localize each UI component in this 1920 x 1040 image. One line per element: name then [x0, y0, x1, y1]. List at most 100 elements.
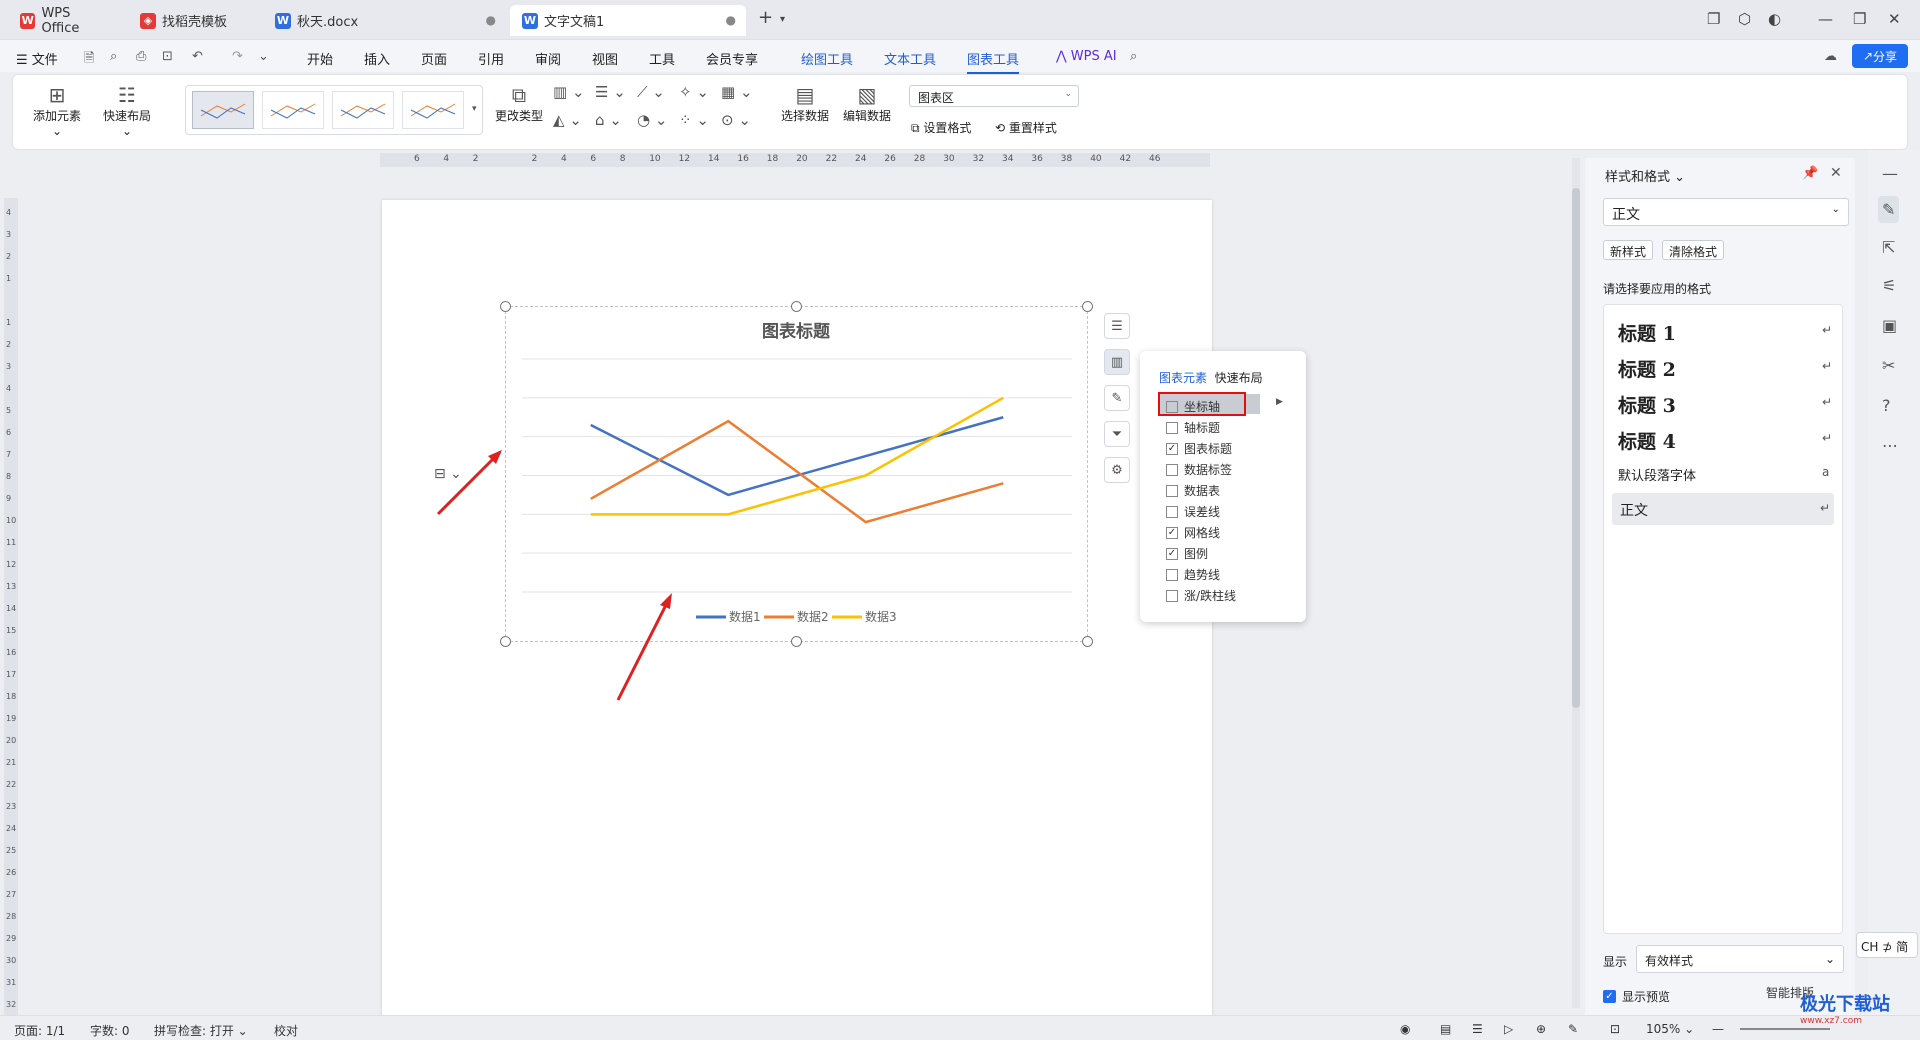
scatter-chart-icon[interactable]: ⁘ ⌄ — [679, 111, 709, 129]
help-icon[interactable]: ? — [1882, 396, 1891, 415]
menu-tools[interactable]: 工具 — [649, 49, 675, 68]
chart-element-checkbox[interactable]: ✓ 网格线 — [1166, 524, 1220, 541]
clear-format-button[interactable]: 清除格式 — [1662, 240, 1725, 260]
pin-icon[interactable]: 📌 — [1802, 166, 1818, 181]
menu-reference[interactable]: 引用 — [478, 49, 504, 68]
show-preview-checkbox[interactable]: ✓ 显示预览 — [1603, 988, 1670, 1005]
checkbox-box[interactable] — [1166, 568, 1178, 581]
fit-icon[interactable]: ⊡ — [1610, 1022, 1620, 1036]
menu-review[interactable]: 审阅 — [535, 49, 561, 68]
zoom-level[interactable]: 105% ⌄ — [1646, 1022, 1694, 1036]
search-icon[interactable]: ⌕ — [1130, 49, 1137, 64]
reset-style-button[interactable]: ⟲ 重置样式 — [995, 119, 1057, 136]
chart-element-checkbox[interactable]: 趋势线 — [1166, 566, 1220, 583]
chart-element-checkbox[interactable]: ✓ 图表标题 — [1166, 440, 1232, 457]
checkbox-box[interactable] — [1166, 400, 1178, 413]
pie-chart-icon[interactable]: ◔ ⌄ — [637, 111, 667, 129]
share-button[interactable]: ↗ 分享 — [1852, 44, 1908, 68]
tab-autumn-doc[interactable]: W 秋天.docx ● — [263, 5, 506, 36]
quick-layout-button[interactable]: ☷ 快速布局 ⌄ — [97, 83, 157, 138]
chart-style-brush-icon[interactable]: ✎ — [1104, 385, 1130, 411]
resize-handle[interactable] — [1082, 636, 1093, 647]
close-icon[interactable]: ✕ — [1830, 165, 1842, 181]
checkbox-box[interactable] — [1166, 589, 1178, 602]
menu-view[interactable]: 视图 — [592, 49, 618, 68]
chart-element-checkbox[interactable]: 误差线 — [1166, 503, 1220, 520]
avatar[interactable]: ◐ — [1768, 10, 1781, 28]
zoom-out-icon[interactable]: — — [1712, 1022, 1724, 1036]
menu-drawing-tools[interactable]: 绘图工具 — [801, 49, 853, 68]
tab-templates[interactable]: ◈ 找稻壳模板 — [128, 5, 258, 36]
eye-icon[interactable]: ◉ — [1400, 1022, 1410, 1036]
chart-style-1[interactable] — [192, 91, 254, 129]
status-words[interactable]: 字数: 0 — [90, 1022, 130, 1039]
checkbox-box[interactable] — [1166, 463, 1178, 476]
menu-chart-tools[interactable]: 图表工具 — [967, 49, 1020, 74]
series-line[interactable] — [590, 416, 1004, 497]
line-chart-icon[interactable]: ⟋ ⌄ — [637, 83, 665, 101]
checkbox-box[interactable] — [1166, 505, 1178, 518]
chart-element-checkbox[interactable]: 坐标轴 — [1166, 398, 1220, 415]
chart-element-checkbox[interactable]: ✓ 图例 — [1166, 545, 1208, 562]
grid-chart-icon[interactable]: ▦ ⌄ — [721, 83, 753, 101]
stock-chart-icon[interactable]: ⌂ ⌄ — [595, 111, 622, 129]
style-heading-2[interactable]: 标题 2 ↵ — [1604, 351, 1842, 381]
status-proof[interactable]: 校对 — [274, 1022, 298, 1039]
save-icon[interactable]: 🗎 — [84, 49, 94, 71]
wps-ai-button[interactable]: ⋀ WPS AI — [1056, 49, 1117, 64]
style-heading-4[interactable]: 标题 4 ↵ — [1604, 423, 1842, 453]
add-element-button[interactable]: ⊞ 添加元素 ⌄ — [27, 83, 87, 138]
page-view-icon[interactable]: ▤ — [1440, 1022, 1451, 1036]
undo-icon[interactable]: ↶ — [192, 49, 203, 64]
close-icon[interactable]: ✕ — [1888, 10, 1901, 28]
more-icon[interactable]: ⋯ — [1882, 436, 1898, 455]
more-chevron-icon[interactable]: ⌄ — [258, 49, 269, 64]
style-heading-3[interactable]: 标题 3 ↵ — [1604, 387, 1842, 417]
select-data-button[interactable]: ▤ 选择数据 — [777, 83, 833, 124]
scrollbar[interactable] — [1572, 158, 1580, 1008]
chart-legend[interactable]: 数据1 数据2 数据3 — [696, 609, 897, 624]
find-icon[interactable]: ⌕ — [110, 49, 117, 64]
minus-icon[interactable]: — — [1882, 164, 1898, 183]
change-type-button[interactable]: ⧉ 更改类型 — [491, 83, 547, 124]
resize-handle[interactable] — [500, 636, 511, 647]
play-icon[interactable]: ▷ — [1504, 1022, 1513, 1036]
chart-style-2[interactable] — [262, 91, 324, 129]
web-view-icon[interactable]: ⊕ — [1536, 1022, 1546, 1036]
tools-icon[interactable]: ✂ — [1882, 356, 1895, 375]
set-format-button[interactable]: ⧉ 设置格式 — [911, 119, 971, 136]
cube-icon[interactable]: ⬡ — [1738, 10, 1751, 28]
preview-icon[interactable]: ⊡ — [162, 49, 173, 64]
menu-file[interactable]: ☰ 文件 — [16, 49, 58, 68]
area-chart-icon[interactable]: ◭ ⌄ — [553, 111, 582, 129]
edit-pen-icon[interactable]: ✎ — [1878, 196, 1900, 223]
close-dot-icon[interactable]: ● — [486, 13, 496, 27]
status-page[interactable]: 页面: 1/1 — [14, 1022, 65, 1039]
combo-chart-icon[interactable]: ⊙ ⌄ — [721, 111, 751, 129]
chart-type-side-icon[interactable]: ▥ — [1104, 349, 1130, 375]
checkbox-box[interactable] — [1166, 421, 1178, 434]
menu-member[interactable]: 会员专享 — [706, 49, 758, 68]
redo-icon[interactable]: ↷ — [232, 49, 243, 64]
menu-insert[interactable]: 插入 — [364, 49, 390, 68]
resize-handle[interactable] — [1082, 301, 1093, 312]
style-default-font[interactable]: 默认段落字体 — [1618, 465, 1696, 484]
checkbox-box[interactable]: ✓ — [1166, 547, 1178, 560]
tab-chart-elements[interactable]: 图表元素 — [1159, 371, 1207, 385]
show-filter-select[interactable]: 有效样式 ⌄ — [1636, 945, 1844, 973]
chart-element-checkbox[interactable]: 涨/跌柱线 — [1166, 587, 1236, 604]
tab-wps-office[interactable]: W WPS Office — [8, 5, 122, 36]
gallery-more-icon[interactable]: ▾ — [472, 104, 477, 114]
checkbox-box[interactable]: ✓ — [1166, 526, 1178, 539]
checkbox-box[interactable] — [1166, 484, 1178, 497]
close-dot-icon[interactable]: ● — [726, 13, 736, 27]
chart-elements-side-icon[interactable]: ☰ — [1104, 313, 1130, 339]
chart-style-4[interactable] — [402, 91, 464, 129]
chart-title[interactable]: 图表标题 — [762, 321, 831, 342]
new-style-button[interactable]: 新样式 — [1603, 240, 1654, 260]
radar-chart-icon[interactable]: ✧ ⌄ — [679, 83, 709, 101]
chart-element-checkbox[interactable]: 数据表 — [1166, 482, 1220, 499]
outline-view-icon[interactable]: ☰ — [1472, 1022, 1483, 1036]
edit-data-button[interactable]: ▧ 编辑数据 — [839, 83, 895, 124]
maximize-icon[interactable]: ❐ — [1853, 10, 1866, 28]
